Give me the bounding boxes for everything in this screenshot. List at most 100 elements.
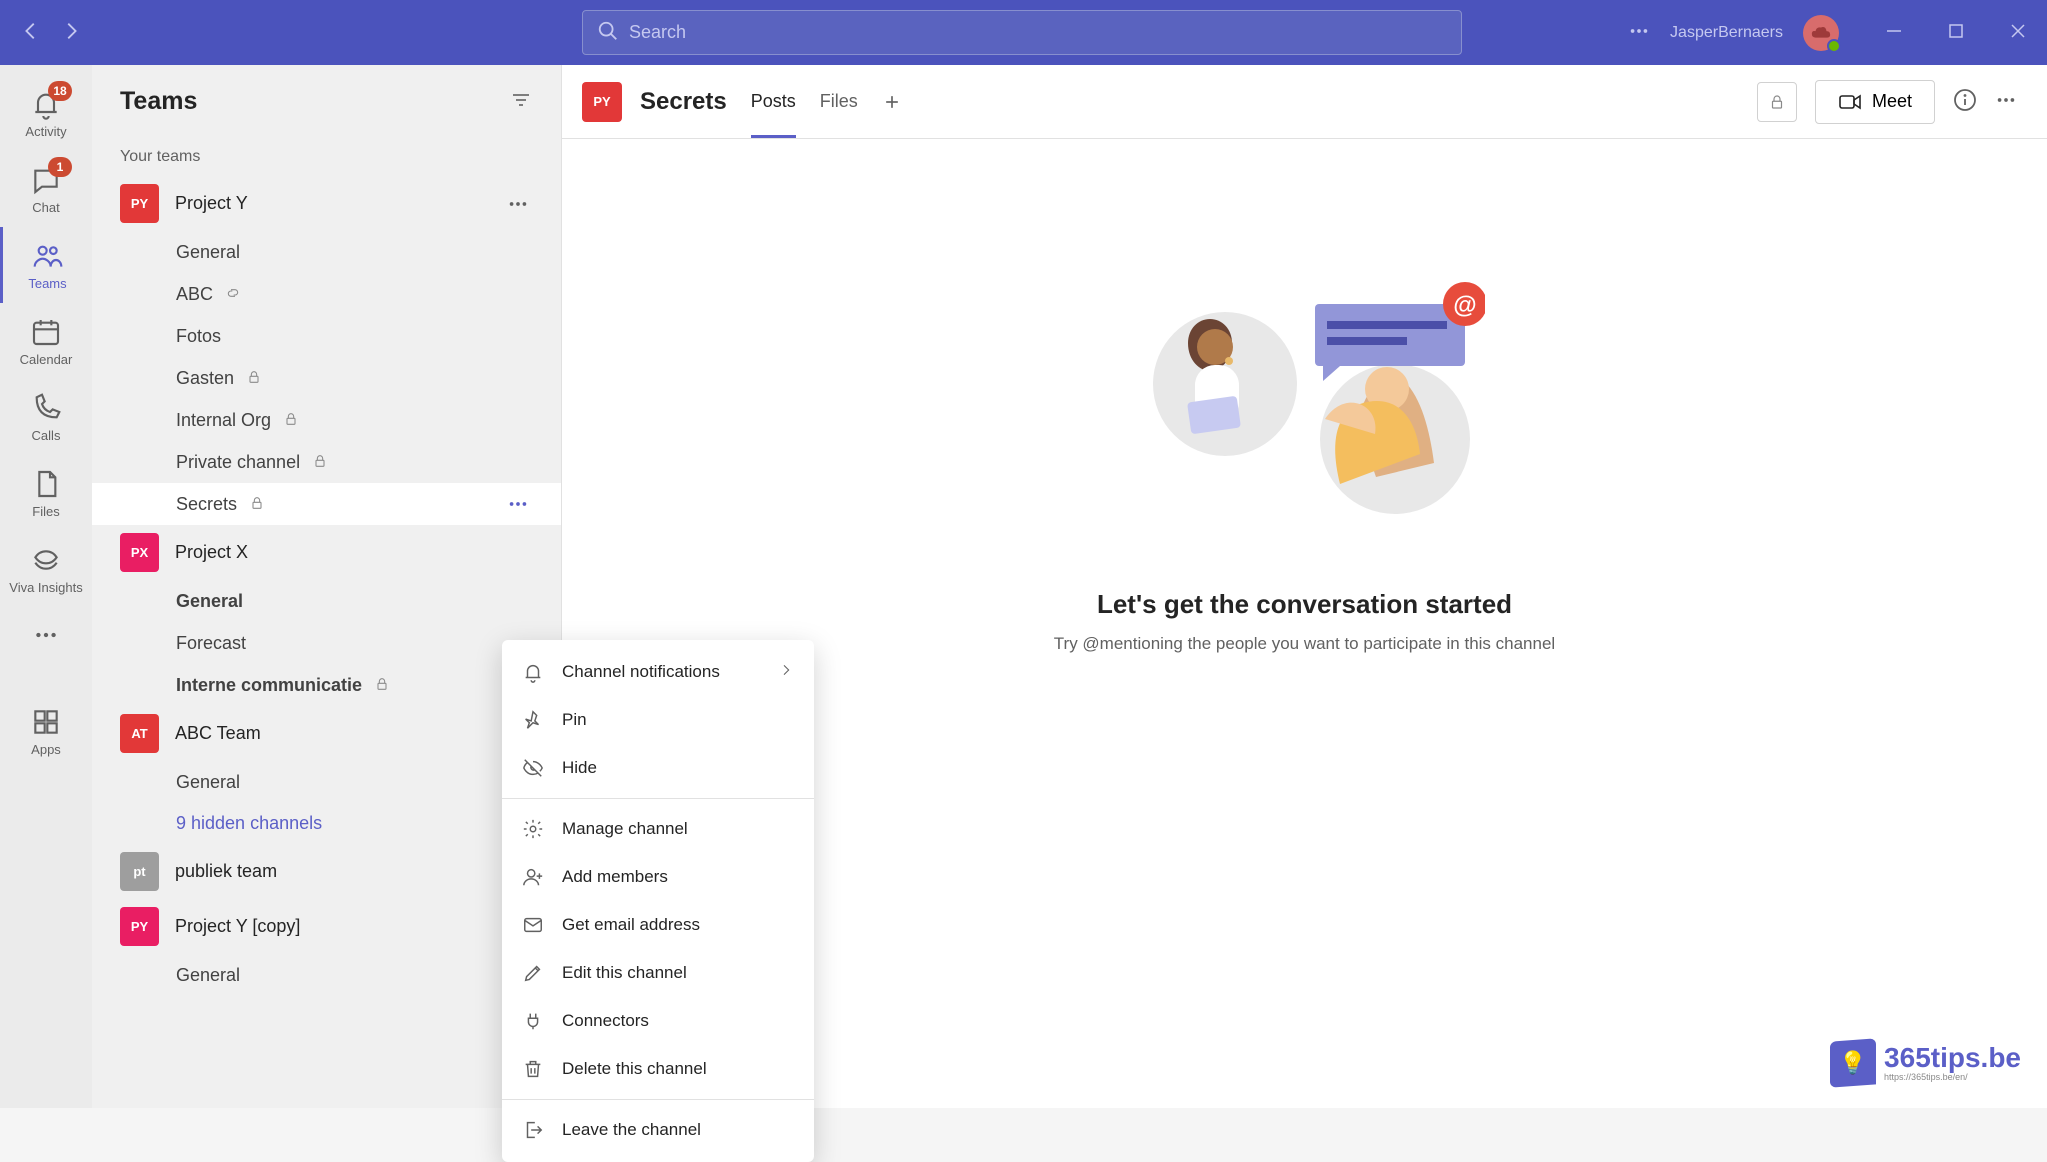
menu-item-label: Edit this channel bbox=[562, 963, 687, 983]
lock-icon bbox=[246, 369, 262, 388]
channel-row[interactable]: Secrets bbox=[92, 483, 561, 525]
team-tile: AT bbox=[120, 714, 159, 753]
hidden-channels-link[interactable]: 9 hidden channels bbox=[92, 803, 561, 844]
empty-sub: Try @mentioning the people you want to p… bbox=[1054, 634, 1555, 654]
menu-item-leave-the-channel[interactable]: Leave the channel bbox=[502, 1106, 814, 1154]
rail-teams-label: Teams bbox=[28, 276, 66, 291]
user-name: JasperBernaers bbox=[1670, 24, 1783, 42]
info-button[interactable] bbox=[1953, 88, 1977, 115]
rail-activity[interactable]: 18 Activity bbox=[0, 75, 92, 151]
channel-row[interactable]: ABC bbox=[92, 273, 561, 315]
team-row[interactable]: pt publiek team bbox=[92, 844, 561, 899]
header-more-button[interactable] bbox=[1995, 89, 2017, 114]
empty-illustration: @ bbox=[1125, 249, 1485, 549]
apps-icon bbox=[30, 706, 62, 738]
team-name: Project Y bbox=[175, 193, 487, 214]
channel-header: PY Secrets Posts Files Meet bbox=[562, 65, 2047, 139]
channel-row[interactable]: Gasten bbox=[92, 357, 561, 399]
channel-name: General bbox=[176, 965, 240, 986]
rail-calls[interactable]: Calls bbox=[0, 379, 92, 455]
team-row[interactable]: PY Project Y bbox=[92, 176, 561, 231]
files-icon bbox=[30, 468, 62, 500]
window-minimize-button[interactable] bbox=[1885, 22, 1903, 43]
channel-row[interactable]: General bbox=[92, 580, 561, 622]
team-row[interactable]: PY Project Y [copy] bbox=[92, 899, 561, 954]
titlebar: JasperBernaers bbox=[0, 0, 2047, 65]
rail-apps[interactable]: Apps bbox=[0, 693, 92, 769]
menu-item-delete-this-channel[interactable]: Delete this channel bbox=[502, 1045, 814, 1093]
menu-item-connectors[interactable]: Connectors bbox=[502, 997, 814, 1045]
menu-item-get-email-address[interactable]: Get email address bbox=[502, 901, 814, 949]
rail-chat[interactable]: 1 Chat bbox=[0, 151, 92, 227]
team-name: Project Y [copy] bbox=[175, 916, 533, 937]
channel-title: Secrets bbox=[640, 88, 727, 116]
channel-row[interactable]: Forecast bbox=[92, 622, 561, 664]
team-tile: PY bbox=[120, 907, 159, 946]
team-tile: PY bbox=[120, 184, 159, 223]
menu-item-manage-channel[interactable]: Manage channel bbox=[502, 805, 814, 853]
window-maximize-button[interactable] bbox=[1947, 22, 1965, 43]
channel-row[interactable]: General bbox=[92, 231, 561, 273]
menu-item-hide[interactable]: Hide bbox=[502, 744, 814, 792]
team-name: publiek team bbox=[175, 861, 533, 882]
channel-row[interactable]: General bbox=[92, 954, 561, 996]
viva-icon bbox=[30, 544, 62, 576]
channel-row[interactable]: Private channel bbox=[92, 441, 561, 483]
channel-more-button[interactable] bbox=[503, 489, 533, 519]
meet-button[interactable]: Meet bbox=[1815, 80, 1935, 124]
lock-icon bbox=[374, 676, 390, 695]
team-more-button[interactable] bbox=[503, 189, 533, 219]
window-close-button[interactable] bbox=[2009, 22, 2027, 43]
filter-button[interactable] bbox=[509, 88, 533, 115]
video-icon bbox=[1838, 92, 1862, 112]
menu-item-add-members[interactable]: Add members bbox=[502, 853, 814, 901]
watermark: 💡 365tips.be https://365tips.be/en/ bbox=[1830, 1040, 2021, 1086]
channel-name: Fotos bbox=[176, 326, 221, 347]
team-row[interactable]: AT ABC Team bbox=[92, 706, 561, 761]
menu-item-pin[interactable]: Pin bbox=[502, 696, 814, 744]
channel-name: General bbox=[176, 591, 243, 612]
user-avatar[interactable] bbox=[1803, 15, 1839, 51]
rail-viva-label: Viva Insights bbox=[9, 580, 82, 595]
tab-files[interactable]: Files bbox=[820, 65, 858, 138]
menu-item-label: Hide bbox=[562, 758, 597, 778]
channel-name: Secrets bbox=[176, 494, 237, 515]
channel-row[interactable]: General bbox=[92, 761, 561, 803]
search-input[interactable] bbox=[629, 22, 1447, 43]
nav-back-icon[interactable] bbox=[20, 20, 42, 45]
app-rail: 18 Activity 1 Chat Teams Calendar Calls … bbox=[0, 65, 92, 1108]
team-name: ABC Team bbox=[175, 723, 533, 744]
tab-posts[interactable]: Posts bbox=[751, 65, 796, 138]
teams-icon bbox=[32, 240, 64, 272]
settings-more-icon[interactable] bbox=[1628, 20, 1650, 45]
menu-item-edit-this-channel[interactable]: Edit this channel bbox=[502, 949, 814, 997]
channel-name: Gasten bbox=[176, 368, 234, 389]
rail-more[interactable] bbox=[0, 607, 92, 663]
menu-item-channel-notifications[interactable]: Channel notifications bbox=[502, 648, 814, 696]
chat-badge: 1 bbox=[48, 157, 72, 177]
rail-teams[interactable]: Teams bbox=[0, 227, 92, 303]
presence-available-icon bbox=[1827, 39, 1841, 53]
avatar-cloud-icon bbox=[1810, 24, 1832, 42]
rail-calendar-label: Calendar bbox=[20, 352, 73, 367]
rail-calendar[interactable]: Calendar bbox=[0, 303, 92, 379]
plug-icon bbox=[522, 1010, 544, 1032]
pencil-icon bbox=[522, 962, 544, 984]
channel-row[interactable]: Fotos bbox=[92, 315, 561, 357]
channel-name: Private channel bbox=[176, 452, 300, 473]
channel-privacy-icon[interactable] bbox=[1757, 82, 1797, 122]
menu-item-label: Leave the channel bbox=[562, 1120, 701, 1140]
team-tile: PX bbox=[120, 533, 159, 572]
lock-icon bbox=[283, 411, 299, 430]
sidebar-title: Teams bbox=[120, 87, 509, 116]
rail-viva[interactable]: Viva Insights bbox=[0, 531, 92, 607]
channel-name: ABC bbox=[176, 284, 213, 305]
channel-row[interactable]: Internal Org bbox=[92, 399, 561, 441]
rail-files[interactable]: Files bbox=[0, 455, 92, 531]
lock-icon bbox=[249, 495, 265, 514]
team-row[interactable]: PX Project X bbox=[92, 525, 561, 580]
channel-row[interactable]: Interne communicatie bbox=[92, 664, 561, 706]
search-box[interactable] bbox=[582, 10, 1462, 55]
add-tab-button[interactable] bbox=[882, 65, 902, 138]
menu-separator bbox=[502, 798, 814, 799]
